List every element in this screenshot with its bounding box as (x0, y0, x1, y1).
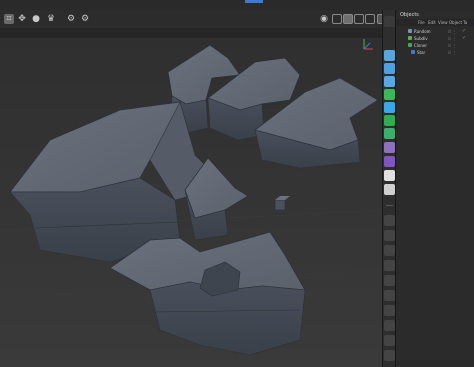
tool-icon-2[interactable] (384, 230, 395, 241)
object-label: Random (414, 29, 431, 34)
axis-gizmo[interactable] (358, 36, 380, 56)
panel-menu: File Edit View Object Ta (396, 19, 474, 26)
move-icon[interactable]: ✥ (17, 14, 27, 24)
title-bar (0, 0, 474, 10)
menu-object[interactable]: Object (449, 20, 462, 25)
menu-edit[interactable]: Edit (428, 20, 436, 25)
menu-tags[interactable]: Ta (463, 20, 467, 25)
objects-panel: Objects File Edit View Object Ta Random … (395, 10, 474, 367)
viewport-header (0, 28, 395, 38)
render-settings-icon[interactable] (354, 14, 364, 24)
crown-icon[interactable]: ♛ (46, 14, 56, 24)
cube-icon[interactable] (384, 50, 395, 61)
object-icon (411, 50, 415, 54)
tool-icon-5[interactable] (384, 275, 395, 286)
object-flags: ⠿ ⋮ (448, 36, 457, 41)
cloner-icon[interactable] (384, 115, 395, 126)
light-icon[interactable] (384, 170, 395, 181)
list-item[interactable]: Cloner ⠿ ⋮ (396, 42, 474, 49)
tool-palette (382, 10, 396, 367)
grid-select-icon[interactable]: ⌗ (4, 14, 14, 24)
3d-viewport[interactable] (0, 38, 382, 367)
check-icon[interactable]: ✓ (462, 28, 466, 34)
list-item[interactable]: Subdiv ⠿ ⋮ ✓ (396, 35, 474, 42)
object-icon (408, 29, 412, 33)
menu-view[interactable]: View (438, 20, 448, 25)
divider (386, 205, 393, 206)
menu-file[interactable]: File (418, 20, 425, 25)
vtool-tab[interactable] (384, 16, 395, 27)
viewport-toolbar: ⌗ ✥ ● ♛ ⚙ ⚙ ◉ (0, 10, 395, 29)
object-icon (408, 43, 412, 47)
object-label: Cloner (414, 43, 427, 48)
tool-icon-10[interactable] (384, 350, 395, 361)
check-icon[interactable]: ✓ (462, 35, 466, 41)
target-icon[interactable]: ◉ (319, 14, 329, 24)
list-item[interactable]: Star ⠿ ⋮ (396, 49, 474, 56)
object-label: Star (417, 50, 426, 55)
tool-icon-1[interactable] (384, 215, 395, 226)
tool-icon-7[interactable] (384, 305, 395, 316)
picture-viewer-icon[interactable] (365, 14, 375, 24)
object-flags: ⠿ ⋮ (448, 29, 457, 34)
gear-icon-2[interactable]: ⚙ (80, 14, 90, 24)
tool-icon-3[interactable] (384, 245, 395, 256)
render-active-icon[interactable] (343, 14, 353, 24)
list-item[interactable]: Random ⠿ ⋮ ✓ (396, 28, 474, 35)
text-icon[interactable] (384, 76, 395, 87)
tool-icon-4[interactable] (384, 260, 395, 271)
gear-tool-icon[interactable] (384, 128, 395, 139)
object-flags: ⠿ ⋮ (448, 43, 457, 48)
diamond-icon[interactable] (384, 102, 395, 113)
disc-icon[interactable] (384, 156, 395, 167)
panel-title: Objects (400, 12, 419, 18)
tool-icon-9[interactable] (384, 335, 395, 346)
object-flags: ⠿ ⋮ (448, 50, 457, 55)
dot-icon[interactable]: ● (31, 14, 41, 24)
camera-icon[interactable] (384, 184, 395, 195)
gear-icon[interactable]: ⚙ (66, 14, 76, 24)
tool-icon-6[interactable] (384, 290, 395, 301)
render-region-icon[interactable] (332, 14, 342, 24)
object-icon (408, 36, 412, 40)
tool-icon-8[interactable] (384, 320, 395, 331)
sphere-icon[interactable] (384, 89, 395, 100)
deformer-icon[interactable] (384, 142, 395, 153)
scene-render (0, 38, 382, 367)
object-label: Subdiv (414, 36, 428, 41)
pen-icon[interactable] (384, 63, 395, 74)
active-tab-indicator (245, 0, 263, 3)
